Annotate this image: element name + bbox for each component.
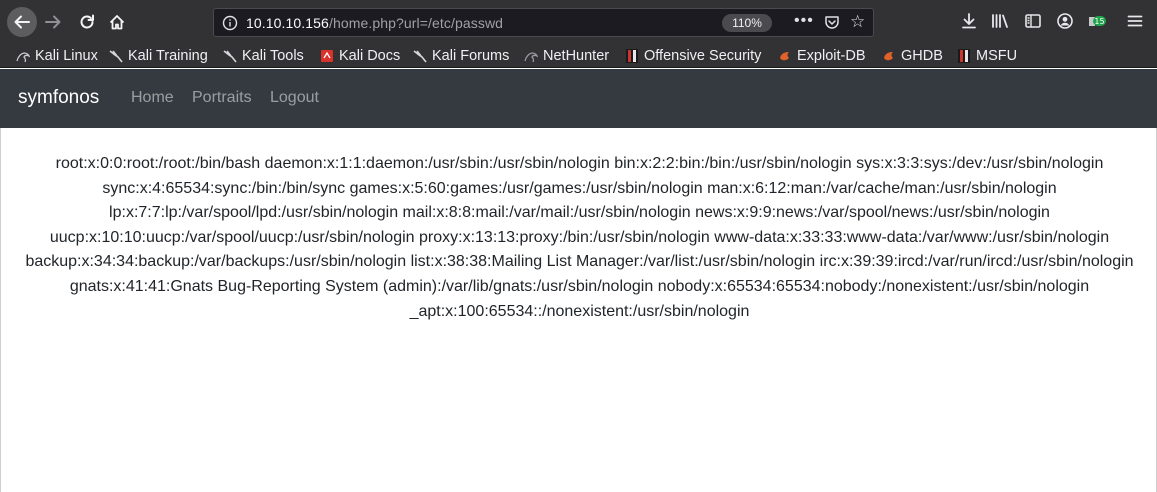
page-content: root:x:0:0:root:/root:/bin/bash daemon:x… <box>0 128 1157 492</box>
kali-dragon-icon <box>109 49 123 63</box>
library-button[interactable] <box>990 10 1012 32</box>
bookmark-exploit-db[interactable]: Exploit-DB <box>778 46 866 66</box>
url-host: 10.10.10.156 <box>246 15 329 31</box>
sidebar-button[interactable] <box>1022 10 1044 32</box>
bookmark-ghdb[interactable]: GHDB <box>882 46 943 66</box>
info-icon[interactable] <box>222 15 238 31</box>
page-actions-button[interactable]: ••• <box>794 12 814 30</box>
account-button[interactable] <box>1054 10 1076 32</box>
bookmark-label: Kali Forums <box>432 48 510 64</box>
bookmark-label: Kali Training <box>128 48 208 64</box>
nav-link-portraits[interactable]: Portraits <box>192 89 252 107</box>
svg-text:15: 15 <box>1094 17 1104 26</box>
arrow-left-icon <box>14 15 30 29</box>
arrow-right-icon <box>45 15 61 29</box>
bookmark-label: MSFU <box>976 48 1018 64</box>
bookmark-nethunter[interactable]: NetHunter <box>524 46 609 66</box>
kali-dragon-icon <box>16 49 31 63</box>
browser-toolbar: 10.10.10.156/home.php?url=/etc/passwd 11… <box>0 0 1157 44</box>
bookmark-label: Exploit-DB <box>797 48 866 64</box>
extension-badge-icon: 15 <box>1089 16 1106 26</box>
passwd-file-contents: root:x:0:0:root:/root:/bin/bash daemon:x… <box>25 155 1134 320</box>
kali-dragon-icon <box>223 49 237 63</box>
back-button[interactable] <box>7 7 37 37</box>
bookmark-label: Kali Tools <box>242 48 304 64</box>
account-icon <box>1057 13 1073 29</box>
bookmark-kali-docs[interactable]: Kali Docs <box>320 46 400 66</box>
reload-button[interactable] <box>74 9 100 35</box>
menu-button[interactable] <box>1124 10 1146 32</box>
site-brand[interactable]: symfonos <box>18 87 99 109</box>
exploitdb-icon <box>882 49 896 63</box>
url-text[interactable]: 10.10.10.156/home.php?url=/etc/passwd <box>246 15 503 31</box>
zoom-indicator[interactable]: 110% <box>722 14 772 32</box>
bookmark-kali-linux[interactable]: Kali Linux <box>16 46 98 66</box>
bookmark-star-icon[interactable]: ☆ <box>850 12 865 32</box>
bookmark-kali-forums[interactable]: Kali Forums <box>413 46 509 66</box>
bookmark-label: Kali Docs <box>339 48 401 64</box>
offsec-icon <box>957 49 971 63</box>
nethunter-icon <box>524 49 539 63</box>
url-path: /home.php?url=/etc/passwd <box>328 15 504 31</box>
downloads-button[interactable] <box>958 10 980 32</box>
bookmark-kali-training[interactable]: Kali Training <box>109 46 208 66</box>
nav-link-home[interactable]: Home <box>131 89 174 107</box>
site-navbar: symfonos Home Portraits Logout <box>0 69 1157 128</box>
bookmark-label: Offensive Security <box>644 48 762 64</box>
pocket-icon[interactable] <box>824 14 840 30</box>
offsec-icon <box>625 49 639 63</box>
kali-dragon-icon <box>413 49 427 63</box>
home-button[interactable] <box>104 9 130 35</box>
bookmark-label: GHDB <box>901 48 943 64</box>
home-icon <box>109 15 125 30</box>
nav-link-logout[interactable]: Logout <box>270 89 319 107</box>
forward-button[interactable] <box>40 9 66 35</box>
address-bar[interactable]: 10.10.10.156/home.php?url=/etc/passwd 11… <box>213 8 874 37</box>
exploitdb-icon <box>778 49 792 63</box>
bookmark-label: NetHunter <box>543 48 610 64</box>
download-icon <box>962 13 976 29</box>
bookmark-kali-tools[interactable]: Kali Tools <box>223 46 304 66</box>
reload-icon <box>80 14 94 29</box>
bookmarks-toolbar: Kali Linux Kali Training Kali Tools Kali… <box>0 44 1157 68</box>
library-icon <box>992 14 1008 28</box>
extension-button[interactable]: 15 <box>1086 10 1108 32</box>
bookmark-offensive-security[interactable]: Offensive Security <box>625 46 761 66</box>
hamburger-menu-icon <box>1127 15 1143 27</box>
sidebar-icon <box>1025 14 1041 28</box>
bookmark-msfu[interactable]: MSFU <box>957 46 1017 66</box>
kali-docs-icon <box>320 49 334 63</box>
bookmark-label: Kali Linux <box>35 48 98 64</box>
